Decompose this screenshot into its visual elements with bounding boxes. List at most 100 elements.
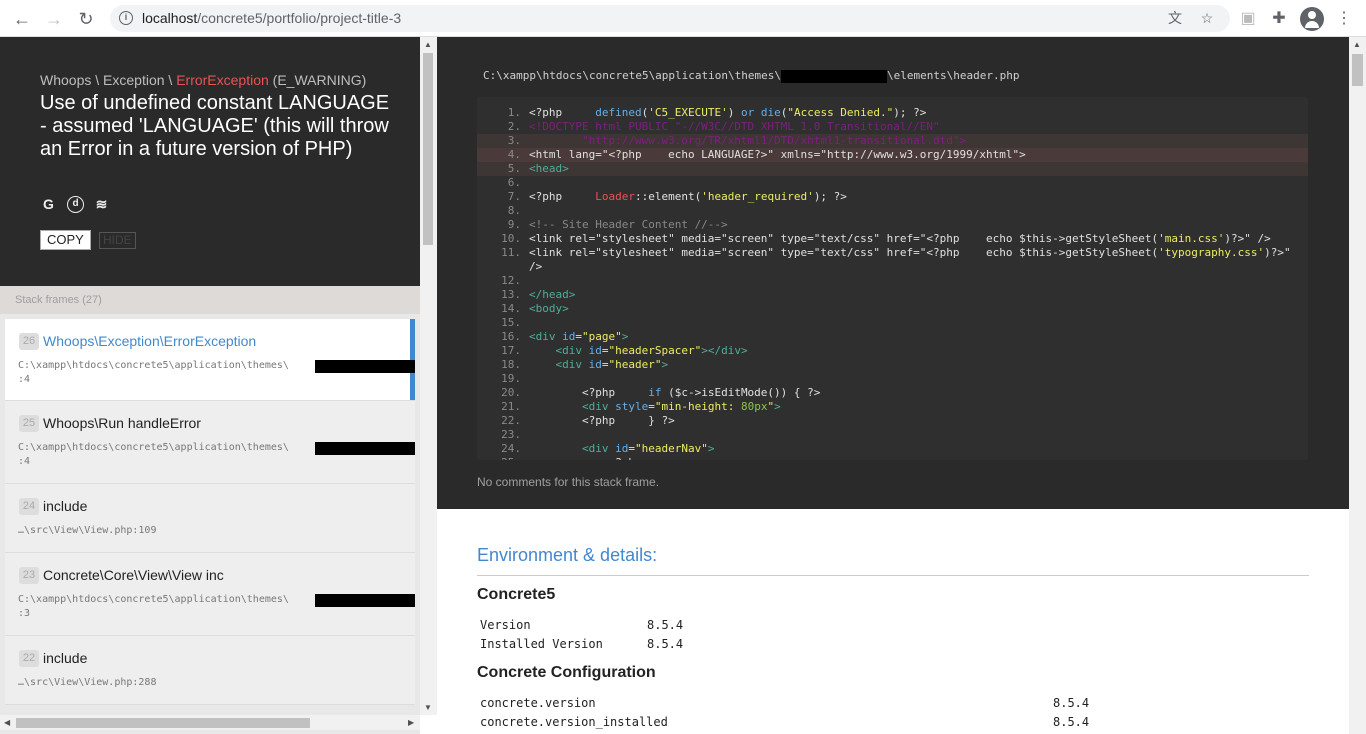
frame-file: C:\xampp\htdocs\concrete5\application\th…: [18, 360, 289, 371]
code-line: 2. <!DOCTYPE html PUBLIC "-//W3C//DTD XHT…: [507, 120, 940, 133]
frame-index: 22: [19, 650, 39, 667]
copy-button[interactable]: COPY: [40, 230, 91, 250]
exception-class: Whoops \ Exception \ ErrorException (E_W…: [40, 72, 367, 88]
scrollbar-thumb[interactable]: [1352, 54, 1363, 86]
stack-frame[interactable]: 24 include …\src\View\View.php:109: [5, 484, 415, 553]
frame-file: …\src\View\View.php:288: [18, 677, 157, 688]
frame-index: 23: [19, 567, 39, 584]
frame-file: C:\xampp\htdocs\concrete5\application\th…: [18, 594, 289, 605]
stack-frame[interactable]: 25 Whoops\Run handleError C:\xampp\htdoc…: [5, 401, 415, 484]
google-search-icon[interactable]: G: [40, 196, 57, 213]
scroll-up-icon[interactable]: ▲: [424, 40, 432, 49]
reload-icon[interactable]: ↻: [75, 8, 97, 30]
code-line: 5. <head>: [477, 162, 1308, 176]
extension-icon[interactable]: ▣: [1237, 8, 1259, 30]
code-line: 25. <?php: [477, 456, 1308, 460]
bookmark-star-icon[interactable]: ☆: [1198, 9, 1216, 27]
profile-avatar[interactable]: [1300, 7, 1324, 31]
code-line: 11. <link rel="stylesheet" media="screen"…: [501, 246, 1291, 259]
detail-value: 8.5.4: [1053, 696, 1090, 710]
back-icon[interactable]: ←: [11, 8, 33, 30]
stackoverflow-search-icon[interactable]: ≋: [93, 196, 110, 213]
frame-index: 24: [19, 498, 39, 515]
right-panel: C:\xampp\htdocs\concrete5\application\th…: [437, 37, 1349, 734]
frame-class: Whoops\Run handleError: [43, 415, 201, 431]
code-line: />: [529, 260, 543, 273]
translate-icon[interactable]: 文: [1166, 9, 1184, 27]
redaction-bar: [315, 360, 415, 373]
scroll-right-icon[interactable]: ▶: [408, 718, 414, 727]
left-panel: Whoops \ Exception \ ErrorException (E_W…: [0, 37, 420, 734]
code-line: 17. <div id="headerSpacer"></div>: [501, 344, 748, 357]
code-line: 16. <div id="page">: [501, 330, 629, 343]
frame-line: :4: [18, 456, 31, 467]
code-line: 22. <?php } ?>: [501, 414, 675, 427]
frame-class: include: [43, 498, 88, 514]
stack-frame[interactable]: 26 Whoops\Exception\ErrorException C:\xa…: [5, 319, 415, 401]
stack-frames-header: Stack frames (27): [0, 286, 420, 314]
detail-key: Version: [480, 618, 531, 632]
code-viewer: C:\xampp\htdocs\concrete5\application\th…: [437, 37, 1349, 509]
code-line: 10. <link rel="stylesheet" media="screen"…: [501, 232, 1271, 245]
redaction-bar: [315, 442, 415, 455]
section-title-config: Concrete Configuration: [477, 664, 656, 681]
scroll-down-icon[interactable]: ▼: [424, 703, 432, 712]
right-vertical-scrollbar[interactable]: ▲: [1349, 37, 1366, 734]
duckduckgo-search-icon[interactable]: d: [67, 196, 84, 213]
exception-header: Whoops \ Exception \ ErrorException (E_W…: [0, 37, 420, 286]
code-line: 20. <?php if ($c->isEditMode()) { ?>: [501, 386, 821, 399]
scroll-up-icon[interactable]: ▲: [1353, 40, 1361, 49]
detail-value: 8.5.4: [647, 618, 684, 632]
detail-value: 8.5.4: [1053, 715, 1090, 729]
code-line: 21. <div style="min-height: 80px">: [501, 400, 781, 413]
redaction-bar: [315, 594, 415, 607]
file-path: C:\xampp\htdocs\concrete5\application\th…: [483, 69, 1020, 83]
detail-key: concrete.version_installed: [480, 715, 668, 729]
frame-index: 25: [19, 415, 39, 432]
hide-button[interactable]: HIDE: [99, 232, 136, 249]
code-line: 14. <body>: [501, 302, 569, 315]
stack-frame[interactable]: 22 include …\src\View\View.php:288: [5, 636, 415, 705]
menu-kebab-icon[interactable]: ⋮: [1333, 8, 1355, 30]
detail-key: concrete.version: [480, 696, 596, 710]
frame-class: Concrete\Core\View\View inc: [43, 567, 224, 583]
code-line: 1. <?php defined('C5_EXECUTE') or die("Ac…: [507, 106, 927, 119]
divider: [477, 575, 1309, 576]
frame-line: :3: [18, 608, 31, 619]
code-line: 9. <!-- Site Header Content //-->: [507, 218, 728, 231]
code-line: 19.: [501, 372, 521, 385]
url-text[interactable]: localhost/concrete5/portfolio/project-ti…: [142, 10, 401, 26]
info-icon[interactable]: i: [119, 11, 133, 25]
scrollbar-thumb[interactable]: [423, 53, 433, 245]
code-line: 18. <div id="header">: [501, 358, 669, 371]
forward-icon[interactable]: →: [43, 8, 65, 30]
code-block: 1. <?php defined('C5_EXECUTE') or die("Ac…: [477, 97, 1308, 460]
scroll-left-icon[interactable]: ◀: [4, 718, 10, 727]
code-line: 13. </head>: [501, 288, 576, 301]
code-line: 3. "http://www.w3.org/TR/xhtml1/DTD/xhtm…: [477, 134, 1308, 148]
frame-class: include: [43, 650, 88, 666]
browser-toolbar: ← → ↻ i localhost/concrete5/portfolio/pr…: [0, 0, 1366, 37]
frame-file: C:\xampp\htdocs\concrete5\application\th…: [18, 442, 289, 453]
scrollbar-thumb[interactable]: [16, 718, 310, 728]
detail-key: Installed Version: [480, 637, 603, 651]
code-line: 15.: [501, 316, 521, 329]
stack-frame[interactable]: 23 Concrete\Core\View\View inc C:\xampp\…: [5, 553, 415, 636]
details-title: Environment & details:: [477, 545, 658, 565]
code-line: 8.: [507, 204, 521, 217]
redaction-bar: [781, 69, 888, 83]
code-line: 23.: [501, 428, 521, 441]
frame-line: :4: [18, 374, 31, 385]
code-line: 24. <div id="headerNav">: [501, 442, 715, 455]
left-vertical-scrollbar[interactable]: ▲ ▼: [420, 37, 437, 715]
address-bar[interactable]: i localhost/concrete5/portfolio/project-…: [110, 5, 1230, 32]
code-line: 7. <?php Loader::element('header_required…: [507, 190, 847, 203]
code-line: 12.: [501, 274, 521, 287]
left-horizontal-scrollbar[interactable]: ◀ ▶: [0, 715, 420, 730]
code-line: 6.: [507, 176, 521, 189]
puzzle-icon[interactable]: ✚: [1268, 8, 1290, 30]
frame-class: Whoops\Exception\ErrorException: [43, 333, 257, 349]
exception-message: Use of undefined constant LANGUAGE - ass…: [40, 92, 390, 160]
code-line: 4. <html lang="<?php echo LANGUAGE?>" xml…: [477, 148, 1308, 162]
frame-comments: No comments for this stack frame.: [477, 475, 660, 489]
